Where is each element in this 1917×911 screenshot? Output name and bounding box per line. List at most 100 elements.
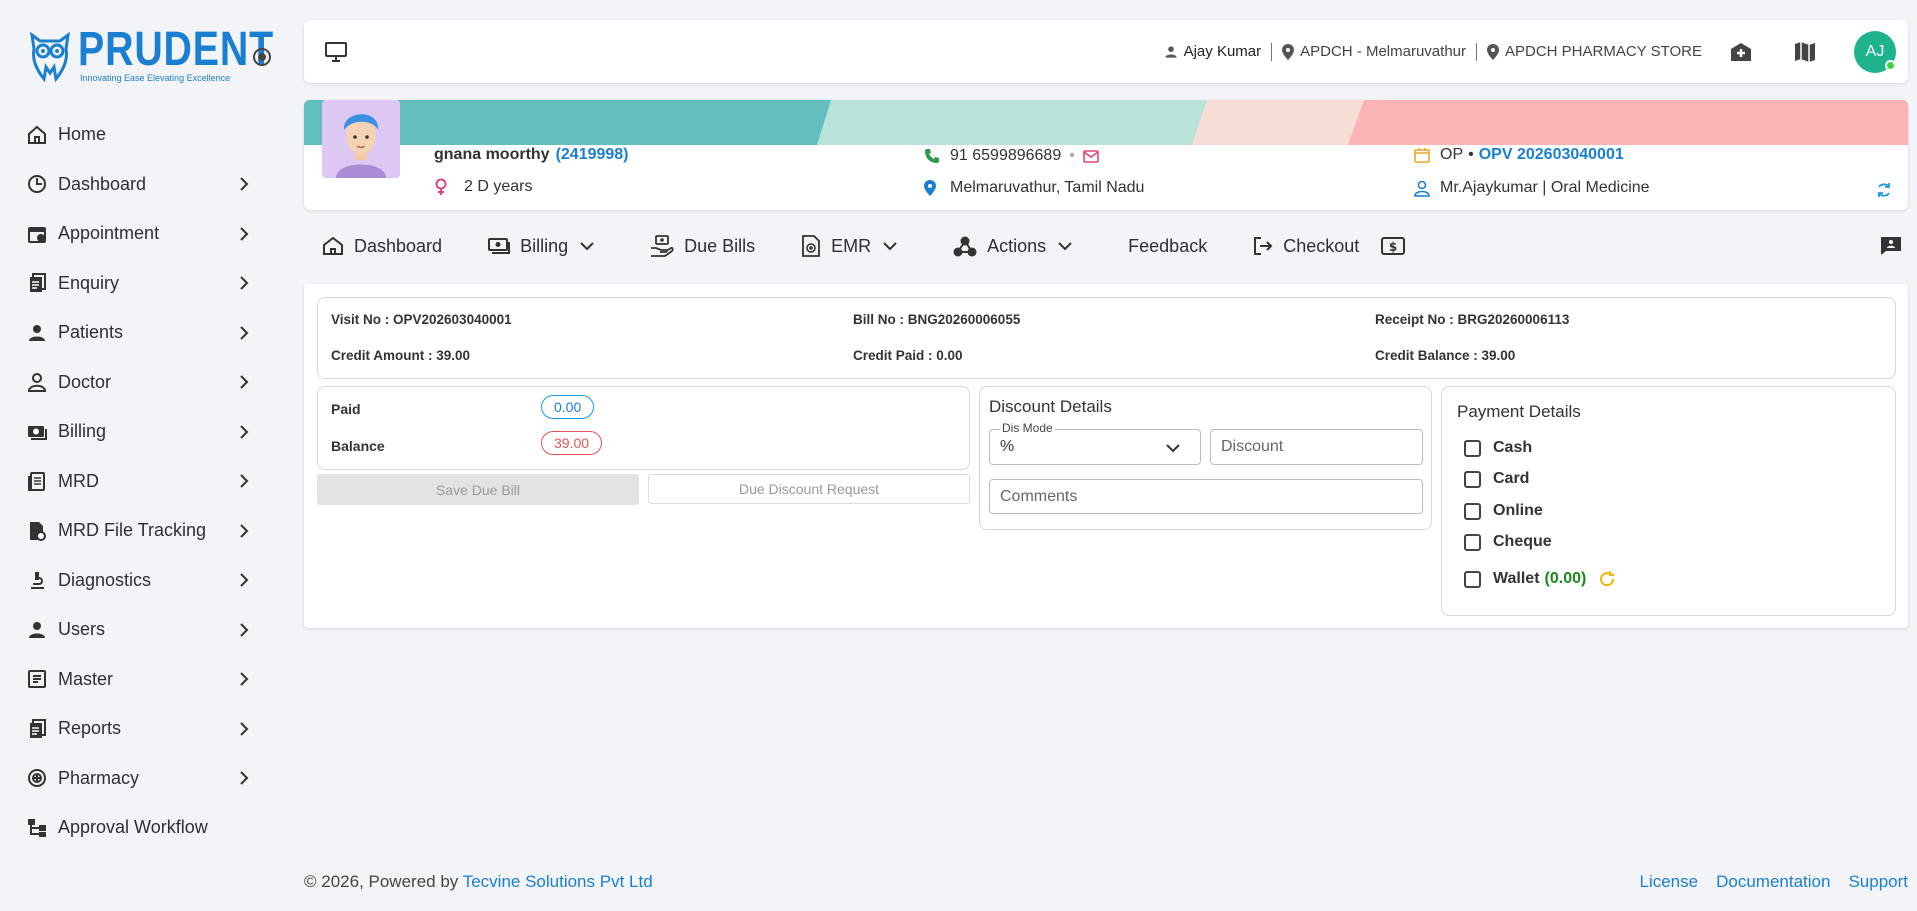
company-link[interactable]: Tecvine Solutions Pvt Ltd [463, 872, 653, 891]
patient-phone: 91 6599896689 [950, 147, 1062, 164]
payment-summary-card: Paid 0.00 Balance 39.00 [317, 386, 970, 470]
documentation-link[interactable]: Documentation [1716, 872, 1830, 892]
refresh-icon[interactable] [1876, 182, 1892, 198]
doctor-icon [1414, 180, 1430, 197]
sidebar-item-approval-workflow[interactable]: Approval Workflow [0, 803, 290, 853]
sidebar-item-mrd[interactable]: MRD [0, 457, 290, 507]
doctor-icon [26, 371, 48, 393]
brand-logo[interactable]: PRUDENT Innovating Ease Elevating Excell… [26, 26, 278, 83]
hand-money-icon [651, 235, 674, 257]
chevron-right-icon [234, 474, 254, 488]
sidebar-item-billing[interactable]: Billing [0, 407, 290, 457]
sidebar-item-appointment[interactable]: Appointment [0, 209, 290, 259]
chat-icon[interactable] [1880, 236, 1902, 256]
dis-mode-select[interactable]: Dis Mode % [989, 421, 1201, 465]
option-label: Card [1493, 470, 1530, 487]
sidebar-item-label: Reports [58, 718, 122, 739]
sidebar-item-diagnostics[interactable]: Diagnostics [0, 556, 290, 606]
tab-dashboard[interactable]: Dashboard [322, 236, 442, 257]
due-bill-panel: Visit No : OPV202603040001 Bill No : BNG… [304, 284, 1908, 628]
discount-input[interactable]: Discount [1210, 429, 1423, 465]
hospital-icon[interactable] [1728, 39, 1754, 65]
separator-dot: • [1468, 146, 1474, 163]
tab-checkout[interactable]: Checkout [1253, 236, 1359, 257]
cheque-checkbox[interactable] [1464, 533, 1481, 551]
payment-option-cash[interactable]: Cash [1464, 439, 1532, 457]
refresh-icon[interactable] [1598, 570, 1616, 588]
female-icon [435, 178, 447, 195]
sidebar-item-mrd-file-tracking[interactable]: MRD File Tracking [0, 506, 290, 556]
current-store[interactable]: APDCH PHARMACY STORE [1487, 43, 1702, 60]
payment-option-online[interactable]: Online [1464, 502, 1543, 520]
microscope-icon [26, 569, 48, 591]
due-discount-request-button[interactable]: Due Discount Request [648, 474, 970, 504]
paid-label: Paid [331, 401, 361, 417]
tab-due-bills[interactable]: Due Bills [650, 235, 755, 257]
support-link[interactable]: Support [1848, 872, 1908, 892]
receipt-no: Receipt No : BRG20260006113 [1375, 312, 1570, 327]
tab-emr[interactable]: EMR [801, 235, 907, 257]
license-link[interactable]: License [1640, 872, 1699, 892]
sidebar-item-label: Master [58, 668, 114, 689]
wallet-checkbox[interactable] [1464, 570, 1481, 588]
tab-billing[interactable]: Billing [488, 236, 604, 257]
top-header: Ajay Kumar APDCH - Melmaruvathur APDCH P… [304, 20, 1908, 83]
payment-details-card: Payment Details Cash Card Online Cheque … [1441, 386, 1896, 616]
payment-option-wallet[interactable]: Wallet (0.00) [1464, 570, 1616, 588]
online-checkbox[interactable] [1464, 502, 1481, 520]
payment-details-title: Payment Details [1457, 402, 1581, 421]
sidebar-item-label: Dashboard [58, 173, 147, 194]
sidebar-item-master[interactable]: Master [0, 655, 290, 705]
save-due-bill-button[interactable]: Save Due Bill [317, 474, 639, 505]
mail-icon[interactable] [1083, 149, 1099, 163]
dis-mode-value: % [1000, 438, 1015, 455]
sidebar-item-label: Doctor [58, 371, 112, 392]
sidebar-item-label: Appointment [58, 223, 160, 244]
sidebar-item-label: Patients [58, 322, 124, 343]
tab-label: EMR [831, 235, 872, 256]
chevron-right-icon [234, 177, 254, 191]
sidebar-item-doctor[interactable]: Doctor [0, 358, 290, 408]
discount-placeholder: Discount [1221, 438, 1284, 455]
patient-name: gnana moorthy [434, 146, 550, 163]
sidebar-item-label: Approval Workflow [58, 817, 208, 838]
footer: © 2026, Powered by Tecvine Solutions Pvt… [304, 872, 1908, 892]
current-user[interactable]: Ajay Kumar [1164, 43, 1261, 60]
chevron-down-icon [580, 241, 594, 250]
tab-label: Billing [520, 235, 569, 256]
map-icon[interactable] [1792, 39, 1818, 65]
credit-paid: Credit Paid : 0.00 [853, 348, 963, 363]
pharmacy-icon [26, 767, 48, 789]
tab-actions[interactable]: Actions [953, 235, 1082, 257]
sidebar-toggle-button[interactable] [253, 48, 271, 66]
dollar-bill-icon[interactable]: $ [1381, 236, 1406, 256]
sidebar-item-patients[interactable]: Patients [0, 308, 290, 358]
patient-id[interactable]: (2419998) [556, 146, 629, 164]
tab-feedback[interactable]: Feedback [1128, 236, 1207, 257]
tab-label: Actions [987, 235, 1047, 256]
sidebar-item-pharmacy[interactable]: Pharmacy [0, 754, 290, 804]
visit-number[interactable]: OPV 202603040001 [1479, 146, 1624, 164]
card-checkbox[interactable] [1464, 470, 1481, 488]
current-location[interactable]: APDCH - Melmaruvathur [1282, 43, 1466, 60]
sidebar-item-enquiry[interactable]: Enquiry [0, 259, 290, 309]
sidebar-item-users[interactable]: Users [0, 605, 290, 655]
patient-age: 2 D years [464, 178, 533, 195]
sidebar-item-dashboard[interactable]: Dashboard [0, 160, 290, 210]
money-icon [26, 421, 48, 443]
sidebar-item-label: MRD [58, 470, 99, 491]
option-label: Cash [1493, 439, 1533, 456]
visit-row: OP • OPV 202603040001 [1414, 146, 1624, 164]
sidebar-item-label: Pharmacy [58, 767, 140, 788]
sidebar-item-reports[interactable]: Reports [0, 704, 290, 754]
option-label: Cheque [1493, 533, 1552, 550]
home-icon [26, 124, 48, 146]
cash-checkbox[interactable] [1464, 439, 1481, 457]
payment-option-cheque[interactable]: Cheque [1464, 533, 1552, 551]
chevron-right-icon [234, 227, 254, 241]
user-avatar[interactable]: AJ [1854, 30, 1896, 73]
comments-input[interactable]: Comments [989, 479, 1423, 514]
sidebar-item-home[interactable]: Home [0, 110, 290, 160]
monitor-icon[interactable] [324, 41, 348, 63]
payment-option-card[interactable]: Card [1464, 470, 1529, 488]
